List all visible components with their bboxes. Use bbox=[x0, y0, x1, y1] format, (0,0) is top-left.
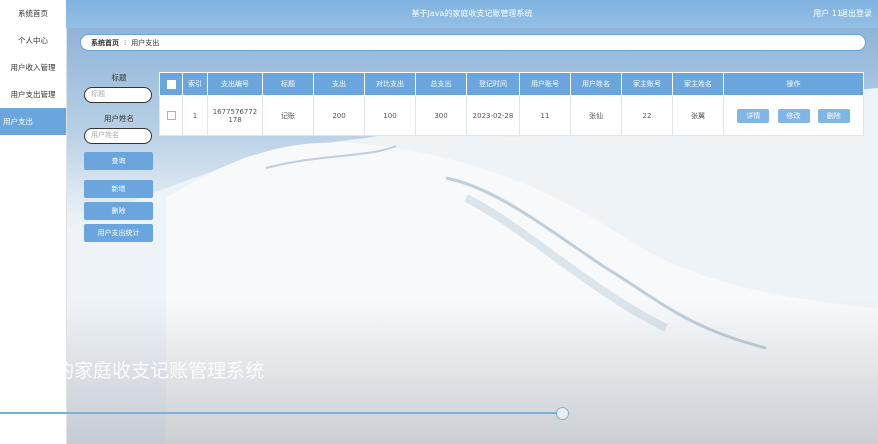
col-index: 索引 bbox=[182, 72, 208, 96]
col-register-time: 登记时间 bbox=[466, 72, 520, 96]
cell-total-expense: 300 bbox=[415, 95, 467, 136]
col-expense: 支出 bbox=[313, 72, 365, 96]
search-panel: 标题 标题 用户姓名 用户姓名 查询 新增 删除 用户支出统计 bbox=[80, 72, 158, 242]
title-label: 标题 bbox=[111, 73, 127, 82]
col-owner-account: 家主账号 bbox=[621, 72, 673, 96]
title-search-input[interactable]: 标题 bbox=[84, 87, 152, 103]
cell-user-account: 11 bbox=[519, 95, 571, 136]
col-user-account: 用户账号 bbox=[519, 72, 571, 96]
col-compare-expense: 对比支出 bbox=[364, 72, 416, 96]
row-checkbox[interactable] bbox=[159, 95, 183, 136]
sidebar-item-profile[interactable]: 个人中心 bbox=[0, 27, 66, 54]
cell-expense-no: 1677576772178 bbox=[207, 95, 263, 136]
cell-expense: 200 bbox=[313, 95, 365, 136]
cell-title: 记账 bbox=[262, 95, 314, 136]
cell-user-name: 张仙 bbox=[570, 95, 622, 136]
cell-compare-expense: 100 bbox=[364, 95, 416, 136]
cell-actions: 详情 修改 删除 bbox=[723, 95, 864, 136]
table-header-row: 索引 支出编号 标题 支出 对比支出 总支出 登记时间 用户账号 用户姓名 家主… bbox=[159, 72, 864, 96]
video-watermark: 于Java的家庭收支记账管理系统 bbox=[0, 360, 265, 382]
checkbox-icon[interactable] bbox=[166, 79, 176, 89]
cell-owner-account: 22 bbox=[621, 95, 673, 136]
stats-button[interactable]: 用户支出统计 bbox=[84, 224, 153, 242]
name-label: 用户姓名 bbox=[104, 114, 134, 123]
edit-button[interactable]: 修改 bbox=[777, 108, 810, 123]
row-delete-button[interactable]: 删除 bbox=[817, 108, 850, 123]
video-progress-bar[interactable] bbox=[0, 412, 562, 414]
cell-index: 1 bbox=[182, 95, 208, 136]
video-progress-handle[interactable] bbox=[556, 407, 569, 420]
col-owner-name: 家主姓名 bbox=[672, 72, 724, 96]
video-time: 0:01:21 bbox=[842, 421, 866, 428]
detail-button[interactable]: 详情 bbox=[737, 108, 770, 123]
delete-button[interactable]: 删除 bbox=[84, 202, 153, 220]
sidebar-item-home[interactable]: 系统首页 bbox=[0, 0, 66, 27]
add-button[interactable]: 新增 bbox=[84, 180, 153, 198]
sidebar-item-expense[interactable]: 用户支出 bbox=[0, 108, 66, 135]
cell-owner-name: 张翼 bbox=[672, 95, 724, 136]
logout-link[interactable]: 退出登录 bbox=[840, 0, 872, 28]
col-expense-no: 支出编号 bbox=[207, 72, 263, 96]
breadcrumb-current: 用户支出 bbox=[131, 38, 160, 47]
app-title: 基于Java的家庭收支记账管理系统 bbox=[411, 9, 533, 18]
col-total-expense: 总支出 bbox=[415, 72, 467, 96]
breadcrumb-separator: ⁝ bbox=[124, 38, 127, 47]
sidebar-item-expense-mgmt[interactable]: 用户支出管理 bbox=[0, 81, 66, 108]
expense-table: 索引 支出编号 标题 支出 对比支出 总支出 登记时间 用户账号 用户姓名 家主… bbox=[159, 72, 864, 136]
sidebar-item-income[interactable]: 用户收入管理 bbox=[0, 54, 66, 81]
checkbox-icon[interactable] bbox=[166, 111, 176, 120]
name-search-input[interactable]: 用户姓名 bbox=[84, 128, 152, 144]
col-title: 标题 bbox=[262, 72, 314, 96]
select-all-checkbox[interactable] bbox=[159, 72, 183, 96]
col-user-name: 用户姓名 bbox=[570, 72, 622, 96]
breadcrumb: 系统首页 ⁝ 用户支出 bbox=[80, 34, 866, 51]
query-button[interactable]: 查询 bbox=[84, 152, 153, 170]
cell-register-time: 2023-02-28 bbox=[466, 95, 520, 136]
header: 基于Java的家庭收支记账管理系统 用户 11 退出登录 bbox=[66, 0, 878, 28]
user-label: 用户 11 bbox=[813, 9, 842, 18]
col-actions: 操作 bbox=[723, 72, 864, 96]
breadcrumb-home[interactable]: 系统首页 bbox=[91, 38, 119, 48]
table-row: 1 1677576772178 记账 200 100 300 2023-02-2… bbox=[159, 95, 864, 136]
